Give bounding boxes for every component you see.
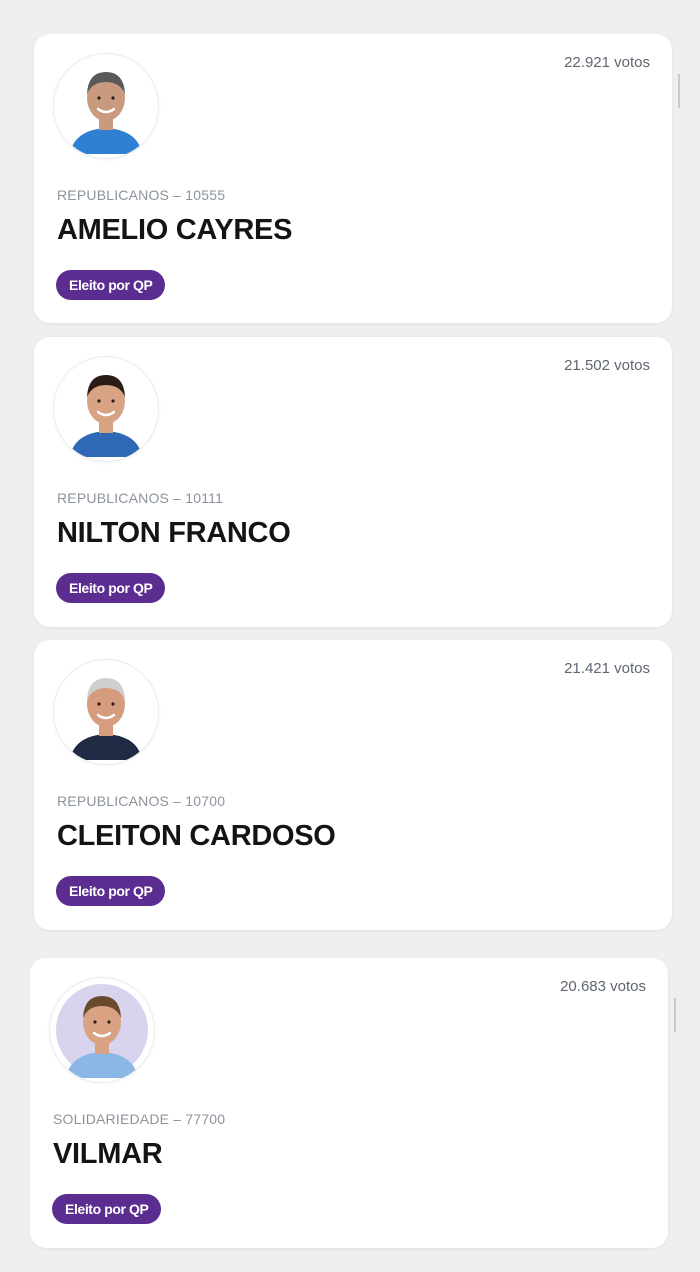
candidate-card[interactable]: 21.502 votos REPUBLICANOS – 10111 NILTON… (34, 337, 672, 627)
candidate-card[interactable]: 21.421 votos REPUBLICANOS – 10700 CLEITO… (34, 640, 672, 930)
scrollbar-thumb[interactable] (674, 998, 676, 1032)
candidate-photo (54, 54, 158, 158)
party-number: SOLIDARIEDADE – 77700 (53, 1111, 226, 1127)
person-avatar-icon (60, 363, 152, 457)
vote-count: 22.921 votos (564, 54, 650, 71)
vote-count: 21.421 votos (564, 660, 650, 677)
person-avatar-icon (60, 60, 152, 154)
elected-badge: Eleito por QP (56, 270, 166, 300)
candidate-photo (54, 660, 158, 764)
elected-badge: Eleito por QP (52, 1194, 162, 1224)
candidate-name: CLEITON CARDOSO (57, 820, 336, 852)
party-number: REPUBLICANOS – 10700 (57, 793, 226, 809)
candidate-name: NILTON FRANCO (57, 517, 291, 549)
candidate-photo (50, 978, 154, 1082)
candidate-photo (54, 357, 158, 461)
candidate-name: VILMAR (53, 1138, 163, 1170)
scrollbar-thumb[interactable] (678, 74, 680, 108)
person-avatar-icon (60, 666, 152, 760)
elected-badge: Eleito por QP (56, 876, 166, 906)
candidate-name: AMELIO CAYRES (57, 214, 293, 246)
party-number: REPUBLICANOS – 10555 (57, 187, 226, 203)
candidate-card[interactable]: 20.683 votos SOLIDARIEDADE – 77700 VILMA… (30, 958, 676, 1248)
vote-count: 20.683 votos (560, 978, 646, 995)
person-avatar-icon (56, 984, 148, 1078)
candidate-card[interactable]: 22.921 votos REPUBLICANOS – 10555 AMELIO… (34, 34, 680, 323)
vote-count: 21.502 votos (564, 357, 650, 374)
party-number: REPUBLICANOS – 10111 (57, 490, 224, 506)
elected-badge: Eleito por QP (56, 573, 166, 603)
